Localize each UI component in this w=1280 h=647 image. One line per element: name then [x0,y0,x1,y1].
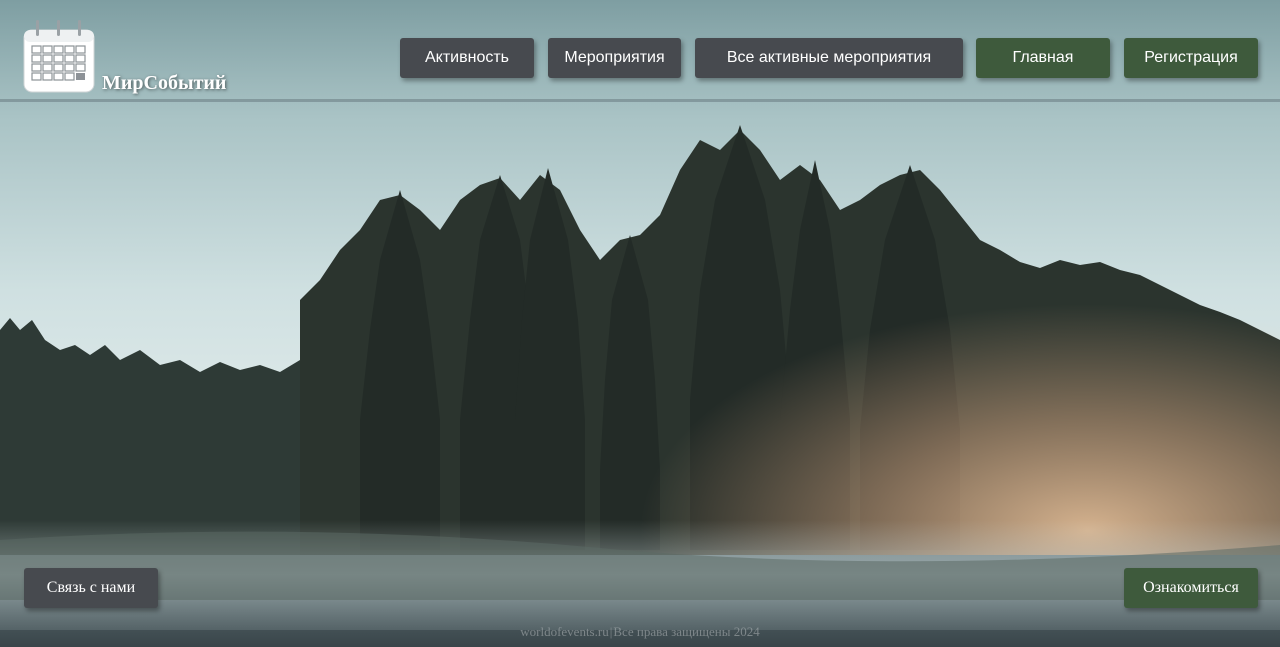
nav-register-button[interactable]: Регистрация [1124,38,1258,78]
footer-site: worldofevents.ru [520,624,609,639]
nav-home-button[interactable]: Главная [976,38,1110,78]
learn-more-button[interactable]: Ознакомиться [1124,568,1258,608]
footer: worldofevents.ru|Все права защищены 2024 [0,624,1280,644]
brand-name[interactable]: МирСобытий [102,72,226,95]
footer-separator: | [609,624,613,639]
nav-activity-button[interactable]: Активность [400,38,534,78]
site-header: МирСобытий Активность Мероприятия Все ак… [0,0,1280,102]
nav-events-button[interactable]: Мероприятия [548,38,681,78]
contact-us-button[interactable]: Связь с нами [24,568,158,608]
footer-rights: Все права защищены 2024 [613,624,760,639]
nav-all-active-events-button[interactable]: Все активные мероприятия [695,38,963,78]
calendar-icon[interactable] [22,18,96,94]
